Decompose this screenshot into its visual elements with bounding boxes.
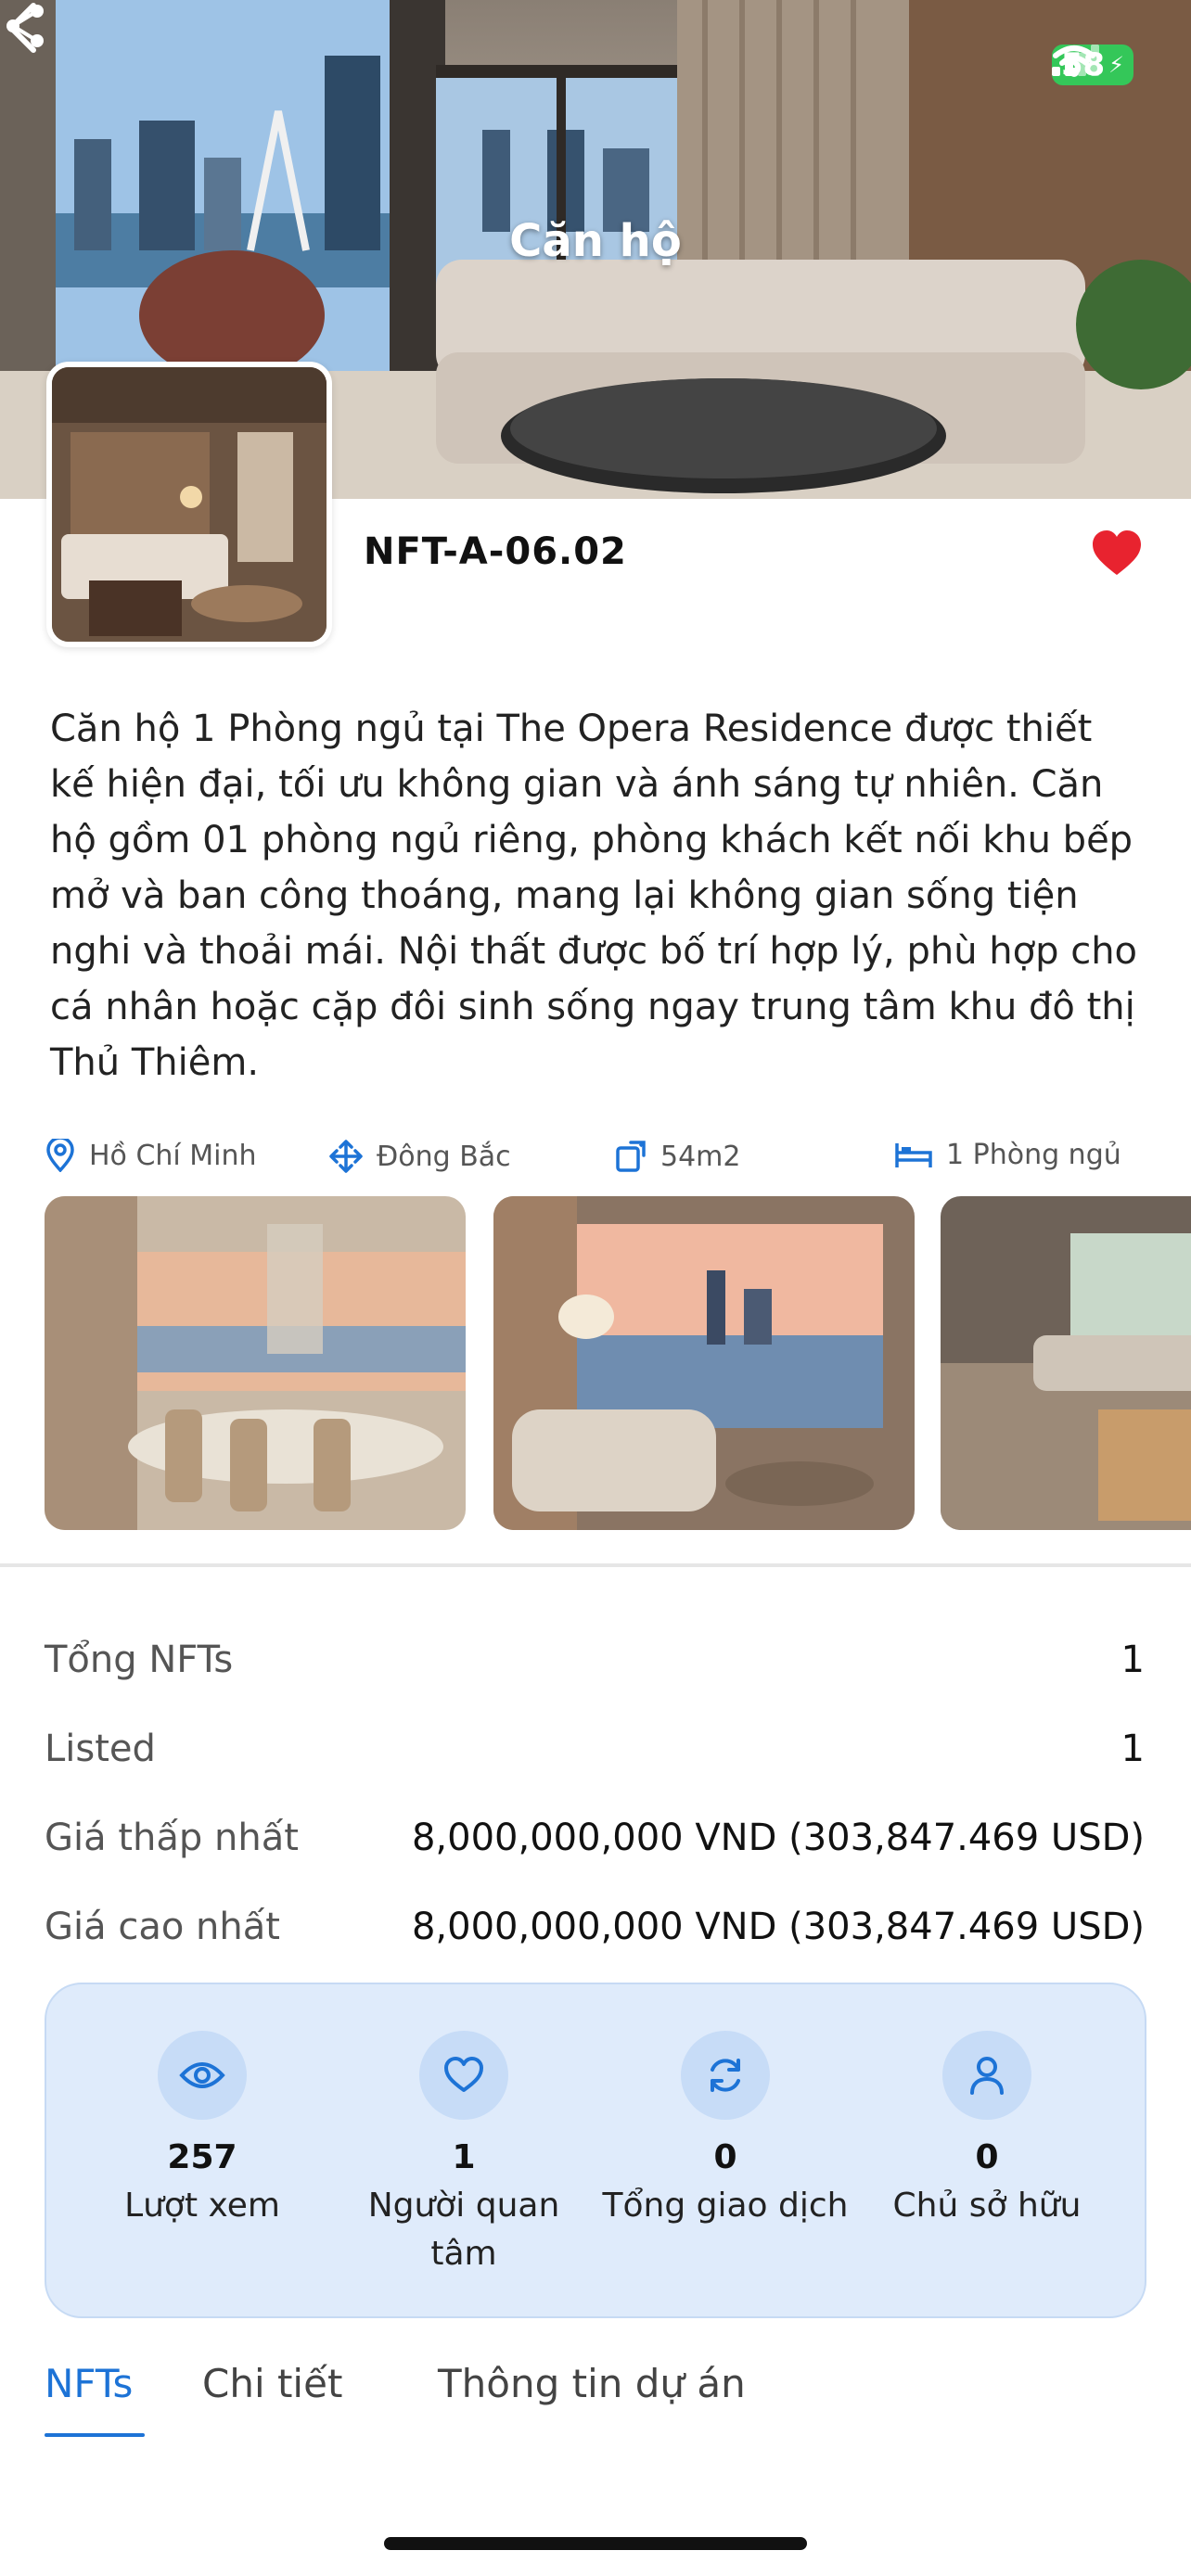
feature-bedroom: 1 Phòng ngủ bbox=[894, 1139, 1121, 1171]
stat-value: 1 bbox=[1121, 1728, 1145, 1770]
metric-label: Người quan tâm bbox=[367, 2187, 560, 2273]
stat-value: 8,000,000,000 VND (303,847.469 USD) bbox=[411, 1817, 1145, 1859]
description-text: Căn hộ 1 Phòng ngủ tại The Opera Residen… bbox=[50, 708, 1138, 1084]
feature-location-label: Hồ Chí Minh bbox=[89, 1139, 257, 1172]
stat-label: Giá thấp nhất bbox=[45, 1817, 299, 1859]
tab-nfts[interactable]: NFTs bbox=[45, 2361, 133, 2406]
bed-icon bbox=[895, 1142, 932, 1167]
metrics-card: 257 Lượt xem 1 Người quan tâm 0 Tổng gia… bbox=[45, 1983, 1146, 2318]
page-title: Căn hộ bbox=[509, 215, 682, 267]
direction-arrows-icon bbox=[329, 1140, 363, 1173]
gallery-image-lounge[interactable] bbox=[941, 1196, 1191, 1530]
feature-direction-label: Đông Bắc bbox=[377, 1140, 511, 1173]
location-pin-icon bbox=[46, 1139, 74, 1172]
gallery-image-living-room[interactable] bbox=[493, 1196, 915, 1530]
tab-details[interactable]: Chi tiết bbox=[202, 2361, 342, 2406]
metric-owners: 0 Chủ sở hữu bbox=[857, 2031, 1117, 2230]
user-icon bbox=[970, 2057, 1004, 2095]
tab-project-info[interactable]: Thông tin dự án bbox=[438, 2361, 746, 2406]
section-divider bbox=[0, 1563, 1191, 1567]
metric-label: Chủ sở hữu bbox=[892, 2187, 1082, 2225]
living-room-view-photo bbox=[493, 1196, 915, 1530]
stat-value: 1 bbox=[1121, 1639, 1145, 1681]
eye-icon bbox=[179, 2062, 225, 2088]
metric-value: 257 bbox=[167, 2138, 237, 2176]
share-icon[interactable] bbox=[0, 0, 52, 52]
stat-lowest-price: Giá thấp nhất 8,000,000,000 VND (303,847… bbox=[45, 1810, 1145, 1866]
stat-listed: Listed 1 bbox=[45, 1721, 1145, 1777]
metric-value: 1 bbox=[452, 2138, 476, 2176]
bedroom-photo bbox=[52, 367, 327, 642]
area-icon bbox=[616, 1141, 646, 1172]
tab-bar: NFTs Chi tiết Thông tin dự án bbox=[0, 2361, 1191, 2444]
wifi-icon bbox=[1052, 45, 1095, 77]
nft-thumbnail bbox=[46, 362, 332, 647]
heart-outline-icon bbox=[444, 2057, 483, 2092]
feature-direction: Đông Bắc bbox=[328, 1139, 511, 1174]
home-indicator[interactable] bbox=[384, 2537, 807, 2550]
metric-icon-circle bbox=[158, 2031, 247, 2120]
gallery-image-dining[interactable] bbox=[45, 1196, 466, 1530]
metric-icon-circle bbox=[419, 2031, 508, 2120]
stat-value: 8,000,000,000 VND (303,847.469 USD) bbox=[411, 1906, 1145, 1948]
metric-transactions: 0 Tổng giao dịch bbox=[596, 2031, 855, 2230]
lounge-photo bbox=[941, 1196, 1191, 1530]
metric-value: 0 bbox=[713, 2138, 737, 2176]
feature-list: Hồ Chí Minh Đông Bắc 54m2 1 Phòng ngủ bbox=[45, 1139, 1191, 1183]
feature-bedroom-label: 1 Phòng ngủ bbox=[946, 1139, 1121, 1171]
metric-icon-circle bbox=[942, 2031, 1031, 2120]
nft-code: NFT-A-06.02 bbox=[364, 530, 627, 573]
metric-views: 257 Lượt xem bbox=[72, 2031, 332, 2230]
photo-gallery[interactable] bbox=[0, 1196, 1191, 1530]
metric-label: Tổng giao dịch bbox=[602, 2187, 849, 2225]
active-tab-indicator bbox=[45, 2433, 145, 2437]
stat-label: Tổng NFTs bbox=[45, 1639, 234, 1681]
metric-interested: 1 Người quan tâm bbox=[334, 2031, 594, 2278]
refresh-icon bbox=[711, 2059, 740, 2092]
feature-area-label: 54m2 bbox=[660, 1140, 741, 1173]
metric-label: Lượt xem bbox=[124, 2187, 280, 2225]
charging-bolt-icon: ⚡ bbox=[1108, 52, 1124, 78]
dining-room-photo bbox=[45, 1196, 466, 1530]
stat-highest-price: Giá cao nhất 8,000,000,000 VND (303,847.… bbox=[45, 1899, 1145, 1955]
stat-total-nfts: Tổng NFTs 1 bbox=[45, 1632, 1145, 1688]
status-bar: 58 ⚡ bbox=[1051, 45, 1133, 85]
metric-value: 0 bbox=[975, 2138, 999, 2176]
stat-label: Listed bbox=[45, 1728, 156, 1770]
feature-location: Hồ Chí Minh bbox=[45, 1139, 257, 1172]
stat-label: Giá cao nhất bbox=[45, 1906, 280, 1948]
favorite-heart-icon[interactable] bbox=[1091, 529, 1143, 580]
metric-icon-circle bbox=[681, 2031, 770, 2120]
feature-area: 54m2 bbox=[612, 1139, 740, 1174]
